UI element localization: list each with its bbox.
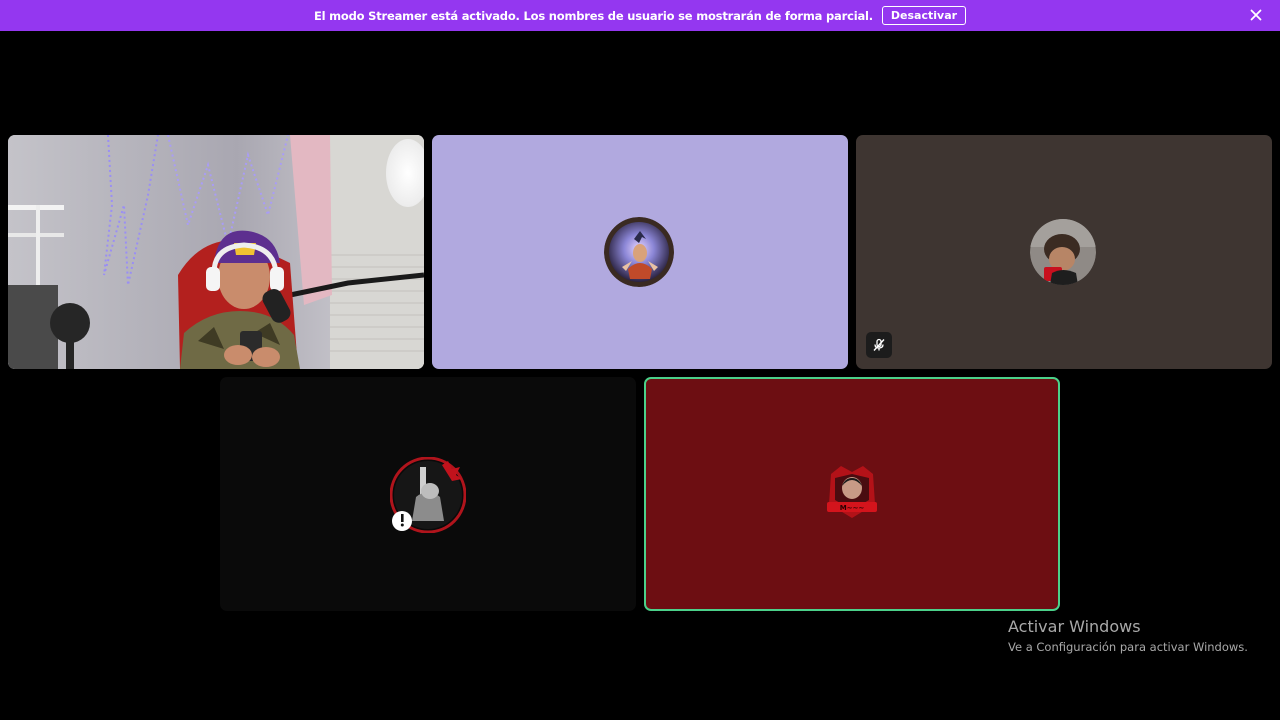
user-avatar: M~~~ [821,460,883,522]
streamer-mode-banner: El modo Streamer está activado. Los nomb… [0,0,1280,31]
user-avatar [389,456,467,534]
microphone-muted-icon [866,332,892,358]
participant-video-tile[interactable] [8,135,424,369]
participant-avatar-tile-speaking[interactable]: M~~~ [644,377,1060,611]
user-avatar [604,217,674,287]
windows-activation-watermark: Activar Windows Ve a Configuración para … [1008,617,1248,654]
participant-avatar-tile[interactable] [432,135,848,369]
close-icon[interactable] [1248,7,1264,23]
watermark-title: Activar Windows [1008,617,1141,636]
watermark-subtitle: Ve a Configuración para activar Windows. [1008,640,1248,654]
disable-streamer-mode-button[interactable]: Desactivar [881,6,967,25]
svg-text:M~~~: M~~~ [840,504,865,512]
streamer-mode-message: El modo Streamer está activado. Los nomb… [313,8,873,23]
user-avatar [1030,219,1096,285]
participant-avatar-tile[interactable] [856,135,1272,369]
participant-avatar-tile[interactable] [220,377,636,611]
camera-feed [8,135,424,369]
